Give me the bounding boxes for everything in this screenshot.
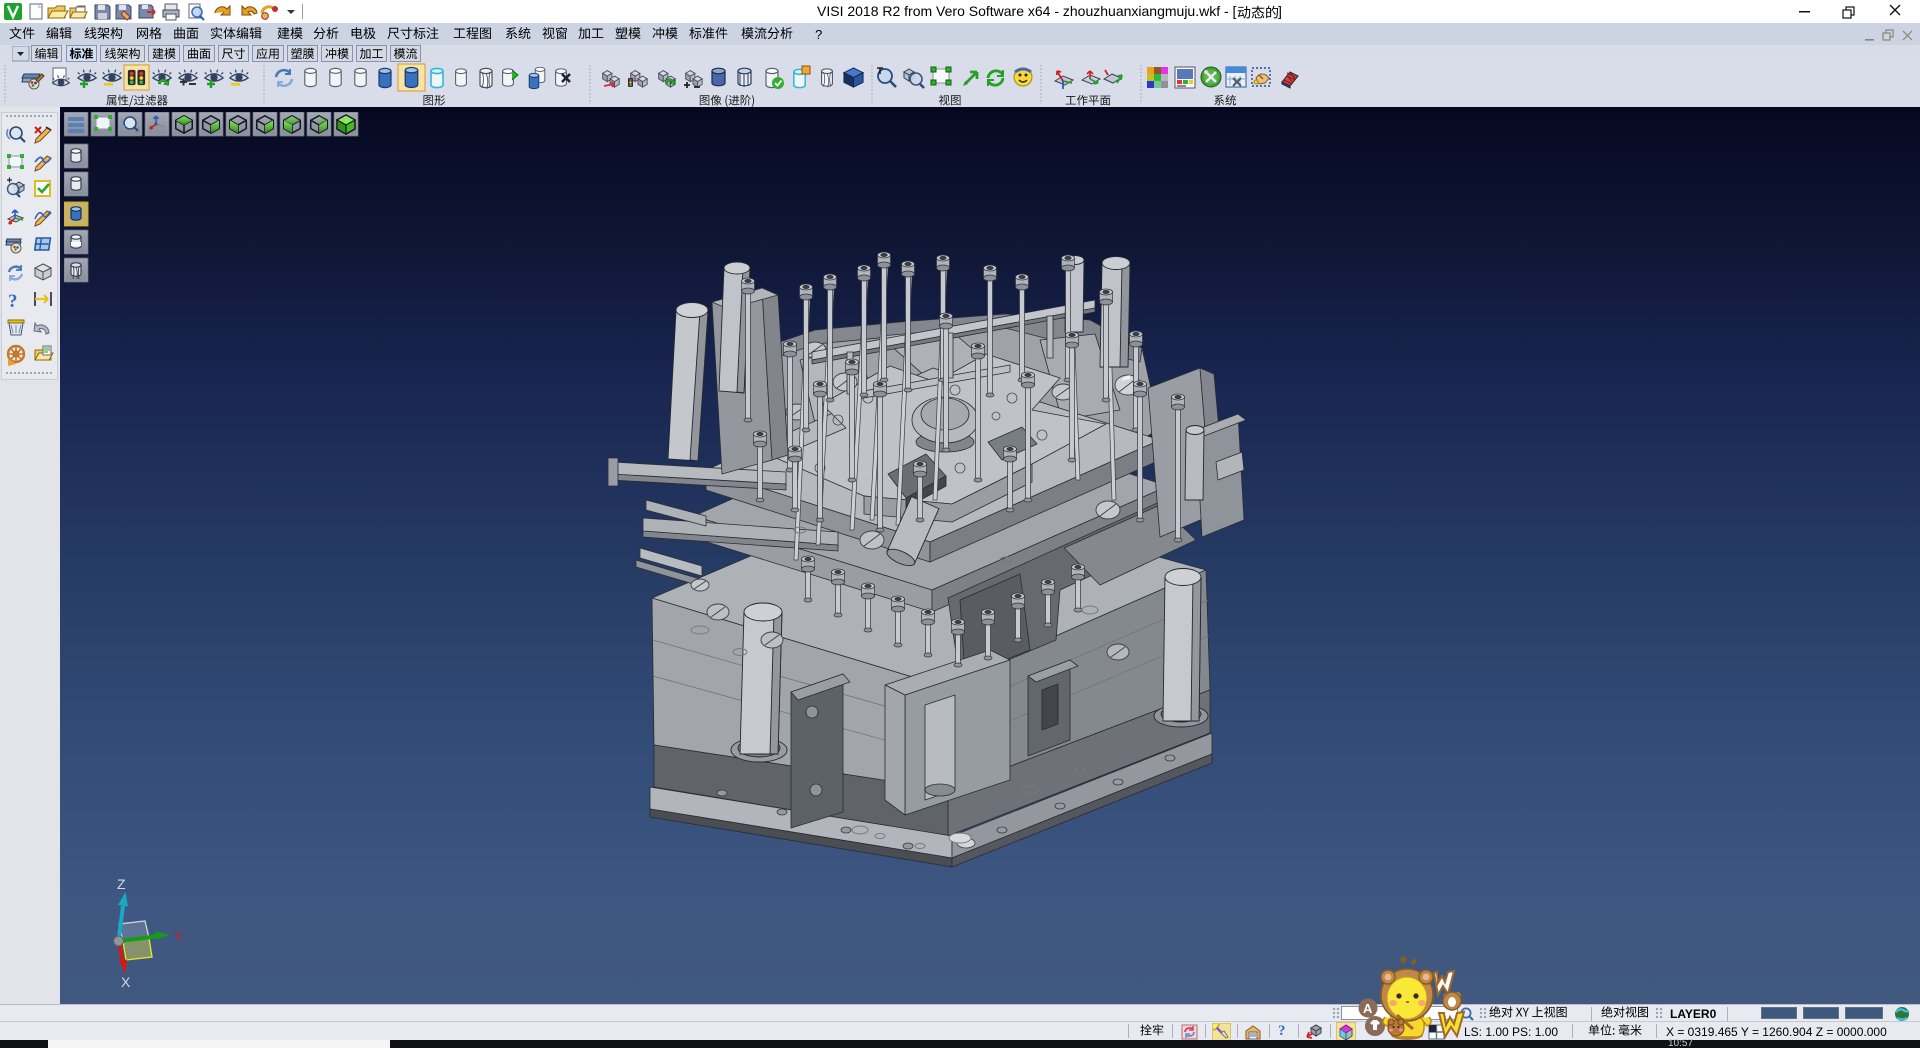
svg-text:A: A — [1363, 1001, 1373, 1016]
svg-text:Y: Y — [174, 928, 184, 944]
svg-text:?: ? — [8, 291, 18, 312]
svg-text:Z: Z — [117, 877, 126, 892]
svg-text:X: X — [121, 974, 131, 990]
